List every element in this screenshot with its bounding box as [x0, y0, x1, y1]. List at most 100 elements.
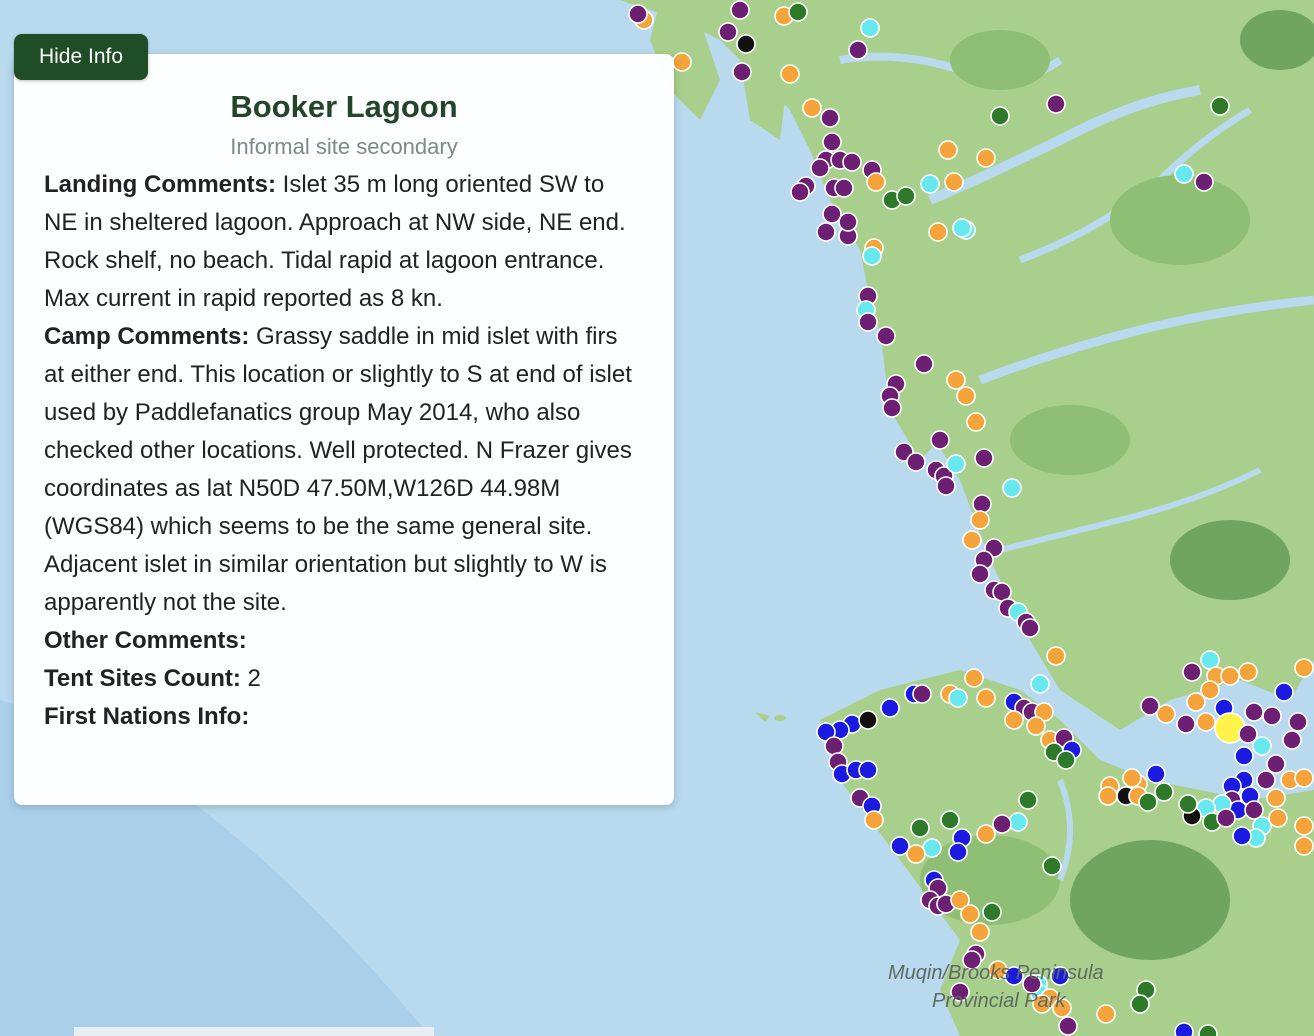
site-marker[interactable]: [842, 152, 862, 172]
site-marker[interactable]: [1288, 712, 1308, 732]
site-marker[interactable]: [964, 668, 984, 688]
site-marker[interactable]: [948, 688, 968, 708]
site-marker[interactable]: [730, 0, 750, 20]
site-marker[interactable]: [736, 34, 756, 54]
site-marker[interactable]: [946, 454, 966, 474]
site-marker[interactable]: [1210, 96, 1230, 116]
site-marker[interactable]: [1058, 1016, 1078, 1036]
site-marker[interactable]: [1266, 754, 1286, 774]
site-marker[interactable]: [1156, 704, 1176, 724]
site-marker[interactable]: [1256, 770, 1276, 790]
site-marker[interactable]: [1196, 712, 1216, 732]
site-marker[interactable]: [1194, 172, 1214, 192]
site-marker[interactable]: [974, 448, 994, 468]
site-marker[interactable]: [1274, 682, 1294, 702]
site-marker[interactable]: [906, 452, 926, 472]
site-marker[interactable]: [866, 172, 886, 192]
site-marker[interactable]: [906, 844, 926, 864]
site-marker[interactable]: [990, 106, 1010, 126]
site-marker[interactable]: [940, 810, 960, 830]
site-marker[interactable]: [1140, 696, 1160, 716]
site-marker[interactable]: [732, 62, 752, 82]
site-marker[interactable]: [1046, 646, 1066, 666]
site-marker[interactable]: [960, 904, 980, 924]
site-marker[interactable]: [1030, 674, 1050, 694]
site-marker[interactable]: [628, 4, 648, 24]
site-marker[interactable]: [1176, 714, 1196, 734]
site-marker[interactable]: [1294, 768, 1314, 788]
site-marker[interactable]: [718, 22, 738, 42]
site-marker[interactable]: [936, 476, 956, 496]
site-marker[interactable]: [1294, 836, 1314, 856]
site-marker[interactable]: [672, 52, 692, 72]
site-marker[interactable]: [966, 412, 986, 432]
site-marker[interactable]: [1282, 730, 1302, 750]
site-marker[interactable]: [882, 398, 902, 418]
site-marker[interactable]: [876, 326, 896, 346]
site-marker[interactable]: [1234, 746, 1254, 766]
site-marker[interactable]: [858, 760, 878, 780]
site-marker[interactable]: [860, 18, 880, 38]
site-marker[interactable]: [992, 814, 1012, 834]
site-marker[interactable]: [1178, 794, 1198, 814]
site-marker[interactable]: [896, 186, 916, 206]
site-marker[interactable]: [834, 178, 854, 198]
site-marker[interactable]: [1130, 994, 1150, 1014]
site-marker[interactable]: [930, 430, 950, 450]
site-marker[interactable]: [810, 158, 830, 178]
site-marker[interactable]: [1244, 702, 1264, 722]
site-marker[interactable]: [1268, 808, 1288, 828]
site-marker[interactable]: [972, 494, 992, 514]
site-marker[interactable]: [946, 370, 966, 390]
site-marker[interactable]: [1266, 788, 1286, 808]
site-marker[interactable]: [1008, 812, 1028, 832]
site-marker[interactable]: [976, 688, 996, 708]
site-marker[interactable]: [1018, 790, 1038, 810]
site-marker[interactable]: [822, 204, 842, 224]
site-marker[interactable]: [1046, 94, 1066, 114]
site-marker[interactable]: [824, 736, 844, 756]
site-marker[interactable]: [956, 386, 976, 406]
site-marker[interactable]: [820, 108, 840, 128]
site-marker[interactable]: [1154, 782, 1174, 802]
site-marker[interactable]: [970, 510, 990, 530]
site-marker[interactable]: [822, 132, 842, 152]
site-marker[interactable]: [1146, 764, 1166, 784]
site-marker[interactable]: [1174, 164, 1194, 184]
site-marker[interactable]: [1244, 800, 1264, 820]
site-marker[interactable]: [938, 140, 958, 160]
site-marker[interactable]: [920, 174, 940, 194]
site-marker[interactable]: [790, 182, 810, 202]
site-marker[interactable]: [1020, 618, 1040, 638]
site-marker[interactable]: [1122, 768, 1142, 788]
site-marker[interactable]: [1098, 786, 1118, 806]
site-marker[interactable]: [1262, 706, 1282, 726]
site-marker[interactable]: [816, 222, 836, 242]
site-marker[interactable]: [1238, 662, 1258, 682]
site-marker[interactable]: [1198, 1024, 1218, 1036]
site-marker[interactable]: [1042, 856, 1062, 876]
site-marker[interactable]: [976, 824, 996, 844]
site-marker[interactable]: [880, 698, 900, 718]
site-marker[interactable]: [780, 64, 800, 84]
site-marker[interactable]: [848, 40, 868, 60]
site-marker[interactable]: [970, 922, 990, 942]
site-marker[interactable]: [1294, 658, 1314, 678]
site-marker[interactable]: [948, 842, 968, 862]
site-marker[interactable]: [912, 684, 932, 704]
site-marker[interactable]: [1200, 680, 1220, 700]
site-marker[interactable]: [982, 902, 1002, 922]
site-marker[interactable]: [838, 212, 858, 232]
site-marker[interactable]: [862, 246, 882, 266]
site-marker[interactable]: [910, 818, 930, 838]
site-marker[interactable]: [858, 312, 878, 332]
site-marker[interactable]: [1174, 1022, 1194, 1036]
site-marker[interactable]: [944, 172, 964, 192]
site-marker[interactable]: [864, 810, 884, 830]
site-marker[interactable]: [914, 354, 934, 374]
site-marker[interactable]: [952, 218, 972, 238]
site-marker[interactable]: [1096, 1004, 1116, 1024]
site-marker[interactable]: [1026, 716, 1046, 736]
site-marker[interactable]: [788, 2, 808, 22]
hide-info-button[interactable]: Hide Info: [14, 34, 148, 80]
